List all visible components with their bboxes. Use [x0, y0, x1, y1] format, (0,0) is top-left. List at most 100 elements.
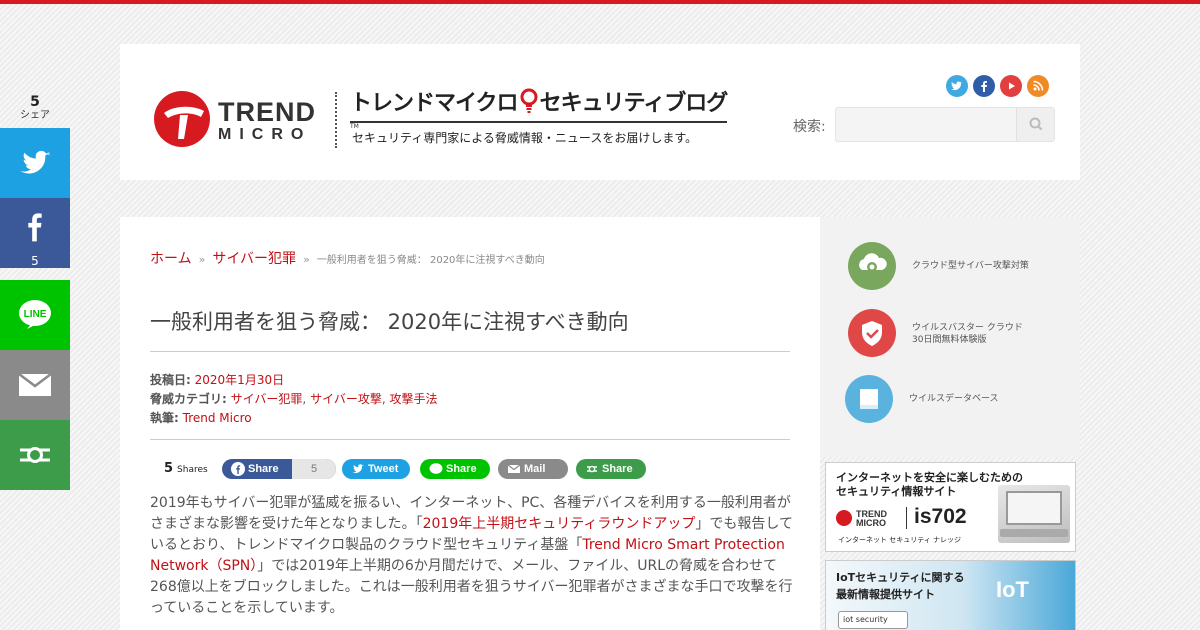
facebook-share-label: Share — [248, 463, 279, 475]
facebook-icon — [28, 213, 42, 242]
line-icon: LINE — [19, 300, 51, 329]
top-accent-bar — [0, 0, 1200, 4]
meta-categories: 脅威カテゴリ: サイバー犯罪, サイバー攻撃, 攻撃手法 — [150, 390, 438, 407]
logo-divider — [335, 92, 337, 148]
line-icon — [429, 463, 443, 474]
banner-product: is702 — [914, 505, 967, 528]
search-label: 検索: — [793, 119, 826, 135]
laptop-image — [998, 485, 1070, 543]
sidebar-item-label: クラウド型サイバー攻撃対策 — [912, 261, 1029, 271]
sidebar-item-label-line1: ウイルスバスター クラウド — [912, 323, 1023, 333]
search-input[interactable] — [835, 107, 1055, 142]
facebook-share-count: 5 — [292, 459, 336, 479]
share-count-label: Shares — [177, 465, 208, 475]
share-count-number: 5 — [164, 461, 174, 476]
meta-author-value[interactable]: Trend Micro — [183, 411, 252, 425]
meta-category-link[interactable]: サイバー犯罪 — [231, 392, 303, 406]
blog-title[interactable]: トレンドマイクロ セキュリティブログ — [350, 88, 728, 118]
facebook-share-button[interactable]: Share 5 — [222, 459, 336, 479]
banner-heading: インターネットを安全に楽しむための セキュリティ情報サイト — [836, 471, 1023, 499]
meta-author: 執筆: Trend Micro — [150, 409, 252, 426]
sidebar-item-label-line2: 30日間無料体験版 — [912, 335, 987, 345]
article-main: ホーム » サイバー犯罪 » 一般利用者を狙う脅威： 2020年に注視すべき動向 一般利… — [120, 217, 820, 630]
title-divider — [150, 351, 790, 352]
mail-icon — [18, 373, 52, 396]
breadcrumb-separator: » — [303, 253, 310, 266]
meta-posted-value[interactable]: 2020年1月30日 — [195, 373, 284, 387]
youtube-icon[interactable] — [1000, 75, 1022, 97]
line-share-button[interactable]: Share — [420, 459, 490, 479]
banner-line1: IoTセキュリティに関する — [836, 571, 965, 584]
banner-line2: セキュリティ情報サイト — [836, 485, 957, 498]
mail-share-button[interactable]: Mail — [498, 459, 568, 479]
twitter-share-button[interactable]: Tweet — [342, 459, 410, 479]
search-button[interactable] — [1016, 108, 1054, 141]
meta-author-label: 執筆: — [150, 411, 179, 425]
logo-word-micro: MICRO — [218, 126, 312, 143]
banner-line1: インターネットを安全に楽しむための — [836, 471, 1023, 484]
banner-brand: TREND MICRO — [856, 509, 887, 528]
floating-facebook-button[interactable]: 5 — [0, 198, 70, 268]
floating-line-button[interactable]: LINE — [0, 280, 70, 350]
sidebar-item-label: ウイルスバスター クラウド 30日間無料体験版 — [912, 322, 1023, 346]
more-share-icon — [587, 465, 597, 473]
banner-heading: IoTセキュリティに関する 最新情報提供サイト — [836, 569, 965, 603]
floating-share-label: シェア — [20, 110, 50, 121]
floating-facebook-count: 5 — [31, 254, 39, 268]
cloud-shield-icon — [848, 242, 896, 290]
floating-twitter-button[interactable] — [0, 128, 70, 198]
sidebar: クラウド型サイバー攻撃対策 ウイルスバスター クラウド 30日間無料体験版 ウイ… — [820, 217, 1080, 457]
twitter-icon — [352, 464, 364, 474]
floating-share-count: 5 シェア — [0, 94, 70, 122]
banner-iot-text: IoT — [996, 577, 1029, 602]
mail-share-label: Mail — [524, 463, 546, 475]
breadcrumb: ホーム » サイバー犯罪 » 一般利用者を狙う脅威： 2020年に注視すべき動向 — [150, 248, 545, 268]
floating-more-button[interactable] — [0, 420, 70, 490]
blog-title-part1: トレンドマイクロ — [350, 91, 519, 116]
banner-line2: 最新情報提供サイト — [836, 588, 935, 601]
breadcrumb-current: 一般利用者を狙う脅威： 2020年に注視すべき動向 — [316, 255, 545, 266]
twitter-icon[interactable] — [946, 75, 968, 97]
floating-share-number: 5 — [30, 94, 40, 110]
twitter-icon — [20, 150, 51, 174]
facebook-icon[interactable] — [973, 75, 995, 97]
meta-category-link[interactable]: 攻撃手法 — [389, 392, 437, 406]
sidebar-item-label: ウイルスデータベース — [909, 394, 999, 404]
trend-micro-ball-icon — [154, 91, 210, 147]
trend-micro-logo[interactable]: TREND MICRO TM — [154, 89, 359, 149]
mail-icon — [507, 464, 521, 473]
meta-posted: 投稿日: 2020年1月30日 — [150, 371, 284, 388]
iot-security-banner[interactable]: IoTセキュリティに関する 最新情報提供サイト iot security IoT — [825, 560, 1076, 630]
facebook-icon — [231, 462, 245, 476]
banner-badge: iot security — [838, 611, 908, 629]
more-share-button[interactable]: Share — [576, 459, 646, 479]
meta-category-sep: , — [302, 392, 307, 406]
book-icon — [845, 375, 893, 423]
floating-mail-button[interactable] — [0, 350, 70, 420]
roundup-link[interactable]: 2019年上半期セキュリティラウンドアップ — [423, 516, 696, 532]
meta-category-link[interactable]: サイバー攻撃 — [310, 392, 382, 406]
search-icon — [1029, 117, 1043, 131]
banner-divider — [906, 507, 907, 529]
blog-title-underline — [350, 121, 727, 123]
rss-icon[interactable] — [1027, 75, 1049, 97]
shield-check-icon — [848, 309, 896, 357]
meta-category-sep: , — [381, 392, 386, 406]
lightbulb-icon — [520, 88, 538, 114]
blog-subtitle: セキュリティ専門家による脅威情報・ニュースをお届けします。 — [352, 131, 698, 145]
trend-micro-ball-icon — [836, 510, 852, 526]
is702-banner[interactable]: インターネットを安全に楽しむための セキュリティ情報サイト TREND MICR… — [825, 462, 1076, 552]
site-header: TREND MICRO TM トレンドマイクロ セキュリティブログ セキュリティ専… — [120, 44, 1080, 180]
more-share-label: Share — [602, 463, 633, 475]
breadcrumb-separator: » — [198, 253, 206, 266]
article-body: 2019年もサイバー犯罪が猛威を振るい、インターネット、PC、各種デバイスを利用… — [150, 493, 795, 619]
article-title: 一般利用者を狙う脅威： 2020年に注視すべき動向 — [150, 310, 629, 334]
line-share-label: Share — [446, 463, 477, 475]
meta-posted-label: 投稿日: — [150, 373, 191, 387]
twitter-share-label: Tweet — [368, 463, 399, 475]
meta-category-label: 脅威カテゴリ: — [150, 392, 227, 406]
svg-text:LINE: LINE — [24, 309, 47, 320]
share-count: 5 Shares — [164, 461, 208, 476]
breadcrumb-category[interactable]: サイバー犯罪 — [212, 251, 296, 267]
breadcrumb-home[interactable]: ホーム — [150, 251, 192, 267]
